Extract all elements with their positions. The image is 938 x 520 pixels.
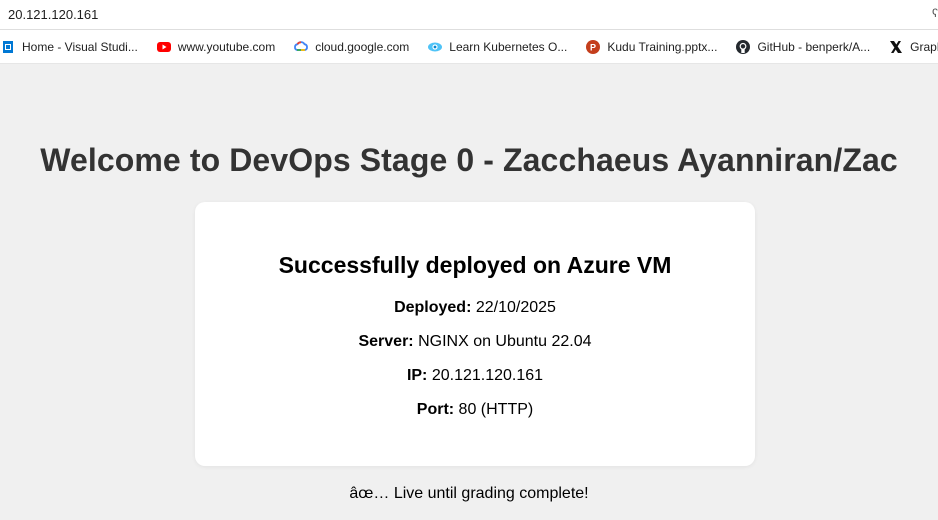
bookmark-label: www.youtube.com <box>177 39 276 54</box>
bookmark-label: Learn Kubernetes O... <box>449 39 568 54</box>
address-url[interactable]: 20.121.120.161 <box>8 7 98 22</box>
info-key: Server: <box>358 333 414 350</box>
toolbar-edge-icon[interactable]: ʕ <box>932 6 938 22</box>
bookmark-visual-studio[interactable]: Home - Visual Studi... <box>0 34 142 60</box>
bookmark-learn-kubernetes[interactable]: Learn Kubernetes O... <box>427 34 571 60</box>
address-bar[interactable]: 20.121.120.161 ʕ <box>0 0 938 30</box>
info-value: 20.121.120.161 <box>427 367 544 384</box>
bookmark-label: Home - Visual Studi... <box>22 39 138 54</box>
bookmark-label: Kudu Training.pptx... <box>607 39 718 54</box>
bookmark-kudu-training[interactable]: P Kudu Training.pptx... <box>585 34 721 60</box>
card-heading: Successfully deployed on Azure VM <box>278 252 672 278</box>
info-key: IP: <box>406 367 428 384</box>
youtube-icon <box>156 39 172 55</box>
info-value: 22/10/2025 <box>471 299 556 316</box>
info-value: NGINX on Ubuntu 22.04 <box>413 333 592 350</box>
bookmark-label: Graphi <box>910 39 938 54</box>
visual-studio-icon <box>0 39 16 55</box>
svg-text:P: P <box>590 42 596 52</box>
page-content: Welcome to DevOps Stage 0 - Zacchaeus Ay… <box>0 64 938 520</box>
x-graph-icon <box>888 39 904 55</box>
page-title: Welcome to DevOps Stage 0 - Zacchaeus Ay… <box>40 142 898 178</box>
bookmark-graphi[interactable]: Graphi <box>888 34 938 60</box>
bookmark-label: cloud.google.com <box>315 39 410 54</box>
deployed-info: Deployed: 22/10/2025 <box>195 299 755 317</box>
github-icon <box>735 39 751 55</box>
port-info: Port: 80 (HTTP) <box>195 401 755 419</box>
bookmark-youtube[interactable]: www.youtube.com <box>156 34 279 60</box>
ip-info: IP: 20.121.120.161 <box>195 367 755 385</box>
info-key: Port: <box>416 401 455 418</box>
powerpoint-icon: P <box>585 39 601 55</box>
info-key: Deployed: <box>394 299 472 316</box>
bookmark-github[interactable]: GitHub - benperk/A... <box>735 34 874 60</box>
bookmark-google-cloud[interactable]: cloud.google.com <box>293 34 413 60</box>
status-note: âœ… Live until grading complete! <box>349 485 589 502</box>
deployment-card: Successfully deployed on Azure VM Deploy… <box>195 202 755 466</box>
info-value: 80 (HTTP) <box>454 401 534 418</box>
server-info: Server: NGINX on Ubuntu 22.04 <box>195 333 755 351</box>
google-cloud-icon <box>293 39 309 55</box>
kubernetes-learn-icon <box>427 39 443 55</box>
bookmark-label: GitHub - benperk/A... <box>757 39 871 54</box>
bookmarks-bar: Home - Visual Studi... www.youtube.com c… <box>0 30 938 64</box>
